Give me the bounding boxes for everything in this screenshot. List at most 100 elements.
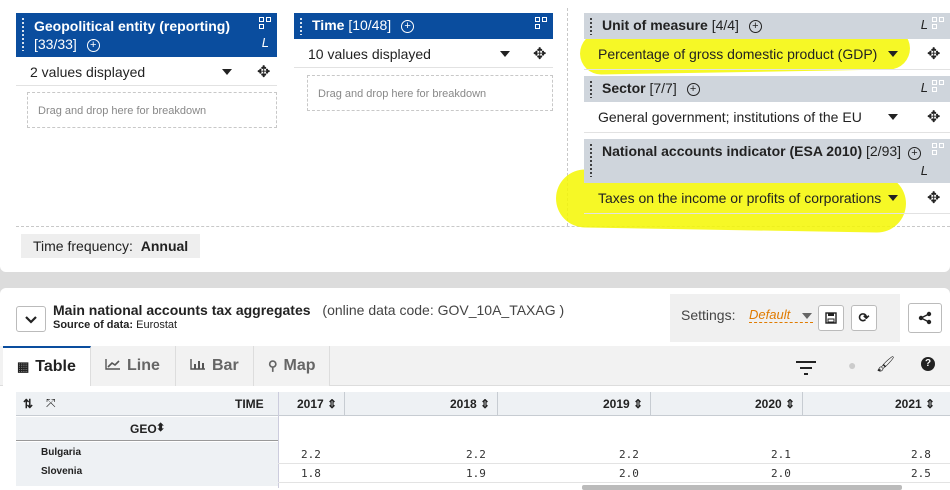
plus-circle-icon[interactable]: +: [908, 147, 921, 160]
grip-icon[interactable]: [589, 80, 594, 98]
dimension-header-time[interactable]: Time [10/48] +: [294, 13, 553, 39]
table-cell[interactable]: 2.0: [771, 467, 791, 480]
dimension-header-unit[interactable]: Unit of measure [4/4] + L: [584, 13, 950, 39]
drop-hint: Drag and drop here for breakdown: [318, 88, 487, 100]
collapse-button[interactable]: [16, 306, 46, 332]
tab-table[interactable]: ▦ Table: [3, 346, 91, 386]
table-cell[interactable]: 2.8: [911, 448, 931, 461]
plus-circle-icon[interactable]: +: [686, 82, 700, 96]
caret-down-icon[interactable]: [888, 195, 898, 201]
move-icon[interactable]: ✥: [927, 107, 940, 127]
na-item-selected-value: Taxes on the income or profits of corpor…: [598, 190, 882, 206]
caret-down-icon[interactable]: [888, 114, 898, 120]
sector-select[interactable]: General government; institutions of the …: [584, 103, 950, 133]
unit-selected-value: Percentage of gross domestic product (GD…: [598, 46, 878, 62]
year-header-2021[interactable]: 2021 ⇕: [895, 397, 935, 411]
table-cell[interactable]: 2.0: [619, 467, 639, 480]
move-icon[interactable]: ✥: [927, 44, 940, 64]
geo-header-cell[interactable]: GEO ⬍: [16, 417, 278, 441]
tab-bar[interactable]: Bar: [176, 346, 254, 386]
source-label: Source of data:: [53, 319, 134, 331]
plus-circle-icon[interactable]: +: [86, 38, 100, 52]
share-button[interactable]: [908, 303, 942, 333]
grip-icon[interactable]: [589, 143, 594, 177]
table-cell[interactable]: 2.2: [466, 448, 486, 461]
expand-icon[interactable]: ⤧: [46, 396, 56, 411]
table-cell[interactable]: 2.1: [771, 448, 791, 461]
year-header-2017[interactable]: 2017 ⇕: [297, 397, 337, 411]
dimension-count: [10/48]: [348, 17, 392, 33]
caret-down-icon[interactable]: [888, 51, 898, 57]
line-chart-icon: [105, 359, 120, 370]
column-divider: [650, 392, 651, 416]
table-cell[interactable]: 2.5: [911, 467, 931, 480]
move-icon[interactable]: ✥: [257, 62, 270, 82]
language-label: L: [920, 80, 928, 95]
table-cell[interactable]: 1.8: [301, 467, 321, 480]
move-icon[interactable]: ✥: [927, 188, 940, 208]
qr-icon[interactable]: [932, 143, 944, 155]
brush-icon[interactable]: 🖌: [876, 355, 895, 373]
geo-selected-value: 2 values displayed: [30, 64, 146, 80]
row-divider: [278, 463, 950, 464]
dimension-header-geo[interactable]: Geopolitical entity (reporting) [33/33] …: [16, 13, 277, 57]
unit-select[interactable]: Percentage of gross domestic product (GD…: [584, 40, 950, 70]
chevron-down-icon: [25, 316, 37, 324]
grip-icon[interactable]: [589, 17, 594, 35]
settings-label: Settings:: [681, 307, 736, 323]
dimension-count: [33/33]: [34, 36, 77, 52]
dimension-count: [2/93]: [866, 143, 902, 159]
year-header-2019[interactable]: 2019 ⇕: [603, 397, 643, 411]
geo-drop-zone[interactable]: Drag and drop here for breakdown: [27, 92, 277, 128]
frequency-value: Annual: [140, 238, 189, 254]
sort-icon[interactable]: ⬍: [156, 421, 165, 434]
table-cell[interactable]: 1.9: [466, 467, 486, 480]
caret-down-icon[interactable]: [222, 69, 232, 75]
table-cell[interactable]: 2.2: [619, 448, 639, 461]
caret-down-icon[interactable]: [802, 313, 812, 319]
save-button[interactable]: [818, 305, 844, 331]
source-value: Eurostat: [136, 319, 178, 331]
tab-label: Map: [283, 357, 316, 374]
sector-selected-value: General government; institutions of the …: [598, 109, 862, 125]
language-label: L: [920, 163, 928, 178]
palette-icon[interactable]: ●: [848, 357, 856, 373]
caret-down-icon[interactable]: [500, 51, 510, 57]
qr-icon[interactable]: [932, 80, 944, 92]
time-select[interactable]: 10 values displayed ✥: [294, 40, 553, 68]
plus-circle-icon[interactable]: +: [748, 19, 762, 33]
tab-label: Table: [35, 358, 76, 375]
grip-icon[interactable]: [299, 17, 304, 35]
dimension-count: [7/7]: [649, 80, 677, 96]
tab-label: Bar: [212, 357, 239, 374]
settings-value: Default: [749, 307, 791, 322]
row-divider: [278, 482, 950, 483]
year-header-2018[interactable]: 2018 ⇕: [450, 397, 490, 411]
tab-line[interactable]: Line: [91, 346, 176, 386]
tab-map[interactable]: ⚲ Map: [254, 346, 330, 386]
time-frequency-chip[interactable]: Time frequency: Annual: [21, 234, 201, 258]
qr-icon[interactable]: [259, 17, 271, 29]
plus-circle-icon[interactable]: +: [401, 19, 415, 33]
refresh-button[interactable]: ⟳: [851, 305, 877, 331]
move-icon[interactable]: ✥: [533, 44, 546, 64]
column-divider: [344, 392, 345, 416]
na-item-select[interactable]: Taxes on the income or profits of corpor…: [584, 184, 950, 214]
row-label: Slovenia: [41, 466, 83, 477]
qr-icon[interactable]: [535, 17, 547, 29]
time-drop-zone[interactable]: Drag and drop here for breakdown: [307, 75, 553, 111]
grip-icon[interactable]: [21, 17, 26, 51]
share-icon: [918, 311, 932, 325]
geo-select[interactable]: 2 values displayed ✥: [16, 58, 277, 86]
help-icon[interactable]: ?: [921, 357, 935, 371]
table-cell[interactable]: 2.2: [301, 448, 321, 461]
dimension-header-sector[interactable]: Sector [7/7] + L: [584, 76, 950, 102]
horizontal-scrollbar[interactable]: [582, 485, 902, 490]
settings-box: Settings: Default ⟳: [670, 294, 900, 342]
table-icon: ▦: [17, 359, 30, 374]
sort-icon[interactable]: ⇅: [23, 397, 33, 411]
dimension-header-na-item[interactable]: National accounts indicator (ESA 2010) […: [584, 139, 950, 183]
filter-icon[interactable]: [795, 360, 817, 376]
qr-icon[interactable]: [932, 17, 944, 29]
year-header-2020[interactable]: 2020 ⇕: [755, 397, 795, 411]
